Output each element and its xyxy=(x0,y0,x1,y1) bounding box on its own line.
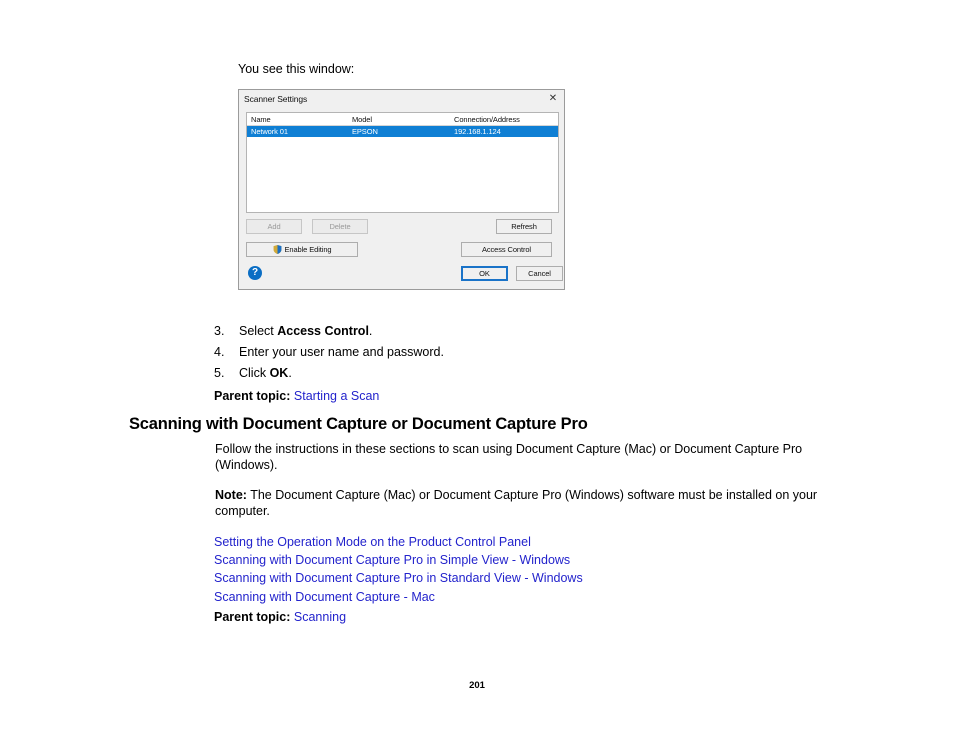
delete-button[interactable]: Delete xyxy=(312,219,368,234)
document-page: You see this window: Scanner Settings ✕ … xyxy=(0,0,954,738)
cell-model: EPSON xyxy=(352,127,378,136)
step-text-bold: OK xyxy=(269,366,289,380)
dialog-titlebar: Scanner Settings ✕ xyxy=(239,90,564,108)
related-link-4[interactable]: Scanning with Document Capture - Mac xyxy=(214,588,583,606)
column-header-model: Model xyxy=(352,114,372,124)
step-text-pre: Select xyxy=(239,324,278,338)
help-icon[interactable]: ? xyxy=(248,266,262,280)
list-header-row: Name Model Connection/Address xyxy=(247,113,558,126)
close-icon[interactable]: ✕ xyxy=(546,92,560,106)
enable-editing-label: Enable Editing xyxy=(284,245,332,254)
ok-button[interactable]: OK xyxy=(461,266,508,281)
cell-connection: 192.168.1.124 xyxy=(454,127,501,136)
step-text-pre: Click xyxy=(239,366,270,380)
parent-topic: Parent topic: Starting a Scan xyxy=(214,387,379,405)
scanner-list[interactable]: Name Model Connection/Address Network 01… xyxy=(246,112,559,213)
list-item: 4. Enter your user name and password. xyxy=(214,342,834,363)
note-text: The Document Capture (Mac) or Document C… xyxy=(215,488,818,518)
refresh-button[interactable]: Refresh xyxy=(496,219,552,234)
parent-topic-label: Parent topic: xyxy=(214,389,291,403)
dialog-title: Scanner Settings xyxy=(244,94,308,104)
step-number: 4. xyxy=(214,345,225,359)
step-number: 3. xyxy=(214,324,225,338)
list-item: 3. Select Access Control. xyxy=(214,321,834,342)
related-links-list: Setting the Operation Mode on the Produc… xyxy=(214,533,583,606)
note-paragraph: Note: The Document Capture (Mac) or Docu… xyxy=(215,488,825,519)
parent-topic-label: Parent topic: xyxy=(214,610,291,624)
step-text: Click OK. xyxy=(239,363,834,384)
parent-topic-link[interactable]: Scanning xyxy=(294,610,346,624)
list-item: 5. Click OK. xyxy=(214,363,834,384)
step-text-bold: Access Control xyxy=(277,324,369,338)
related-link-2[interactable]: Scanning with Document Capture Pro in Si… xyxy=(214,551,583,569)
step-text-post: . xyxy=(368,324,373,338)
cancel-button[interactable]: Cancel xyxy=(516,266,563,281)
page-title: Scanning with Document Capture or Docume… xyxy=(129,415,588,433)
column-header-connection: Connection/Address xyxy=(454,114,520,124)
cell-name: Network 01 xyxy=(251,127,288,136)
step-number: 5. xyxy=(214,366,225,380)
parent-topic-link[interactable]: Starting a Scan xyxy=(294,389,379,403)
shield-icon xyxy=(273,245,282,254)
steps-list: 3. Select Access Control. 4. Enter your … xyxy=(214,321,834,384)
step-text: Select Access Control. xyxy=(239,321,834,342)
related-link-3[interactable]: Scanning with Document Capture Pro in St… xyxy=(214,569,583,587)
related-link-1[interactable]: Setting the Operation Mode on the Produc… xyxy=(214,533,583,551)
step-text-post: . xyxy=(288,366,292,380)
enable-editing-button[interactable]: Enable Editing xyxy=(246,242,358,257)
add-button[interactable]: Add xyxy=(246,219,302,234)
scanner-settings-dialog: Scanner Settings ✕ Name Model Connection… xyxy=(238,89,565,290)
page-number: 201 xyxy=(469,680,485,691)
table-row[interactable]: Network 01 EPSON 192.168.1.124 xyxy=(247,126,558,137)
note-label: Note: xyxy=(215,488,247,502)
intro-text: You see this window: xyxy=(238,62,355,76)
access-control-button[interactable]: Access Control xyxy=(461,242,552,257)
step-text: Enter your user name and password. xyxy=(239,342,834,363)
parent-topic: Parent topic: Scanning xyxy=(214,608,346,626)
step-text-pre: Enter your user name and password. xyxy=(239,345,444,359)
column-header-name: Name xyxy=(251,114,271,124)
section-intro-paragraph: Follow the instructions in these section… xyxy=(215,442,803,472)
